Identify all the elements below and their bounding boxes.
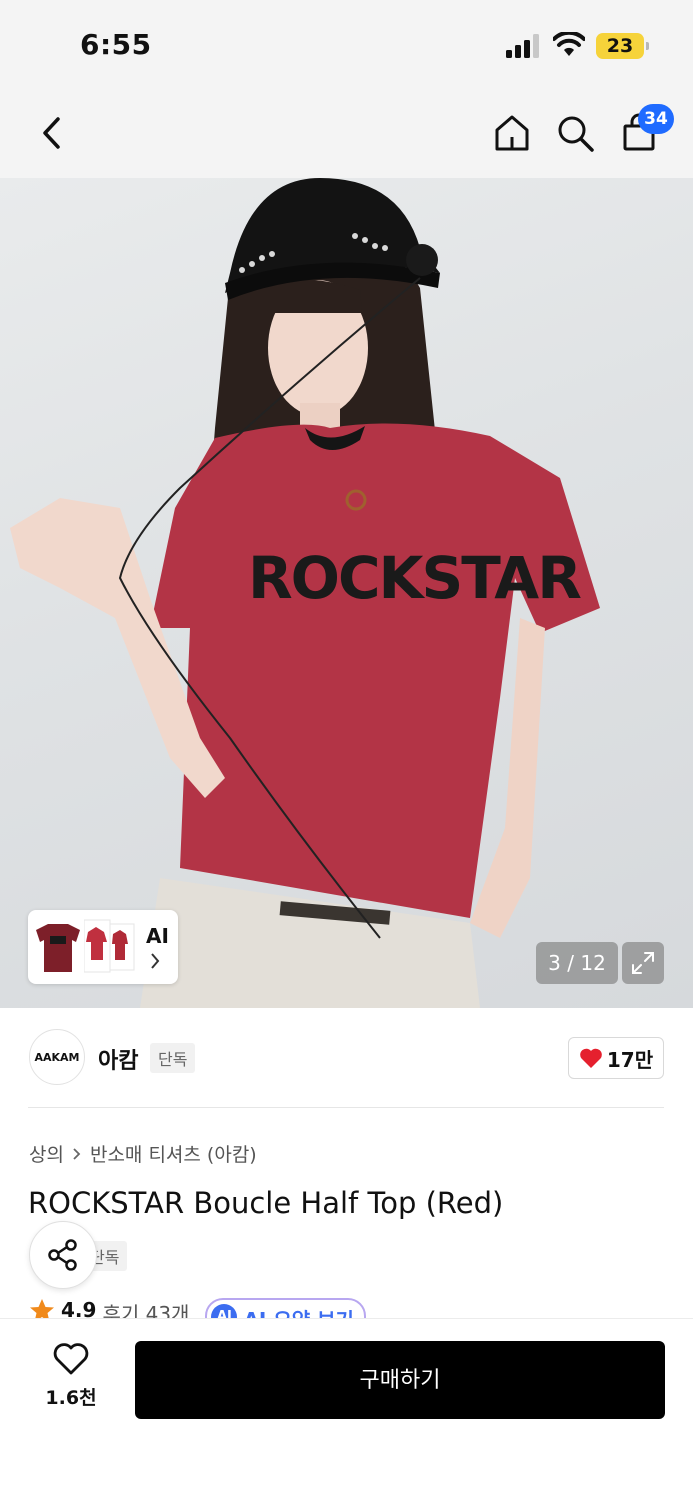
brand-like-button[interactable]: 17만 xyxy=(568,1037,664,1079)
ai-lookbook-card[interactable]: AI xyxy=(28,910,178,984)
product-photo: ROCKSTAR xyxy=(10,178,600,1008)
cellular-signal-icon xyxy=(506,34,539,58)
bottom-action-bar: 1.6천 구매하기 xyxy=(0,1318,693,1500)
image-counter: 3 / 12 xyxy=(536,942,618,984)
wifi-icon xyxy=(553,32,585,56)
battery-indicator: 23 xyxy=(596,33,644,59)
top-navigation xyxy=(0,90,693,178)
breadcrumb-subcategory[interactable]: 반소매 티셔츠 (아캄) xyxy=(90,1140,257,1167)
breadcrumb: 상의 반소매 티셔츠 (아캄) xyxy=(29,1140,257,1167)
home-icon xyxy=(495,115,529,151)
search-icon xyxy=(558,116,594,152)
share-icon xyxy=(48,1239,77,1271)
product-image-gallery[interactable]: ROCKSTAR AI 3 / 12 xyxy=(0,178,693,1008)
battery-tip xyxy=(646,42,649,50)
back-button[interactable] xyxy=(28,110,74,156)
section-divider xyxy=(28,1107,664,1108)
ai-summary-button[interactable]: AI AI 요약 보기 xyxy=(205,1298,366,1320)
expand-image-button[interactable] xyxy=(622,942,664,984)
thumbnail-stack xyxy=(32,916,135,978)
buy-button[interactable]: 구매하기 xyxy=(135,1341,665,1419)
brand-exclusive-badge: 단독 xyxy=(150,1043,196,1073)
product-title: ROCKSTAR Boucle Half Top (Red) xyxy=(28,1186,504,1220)
ai-label: AI xyxy=(146,924,169,948)
review-count-link[interactable]: 후기 43개 xyxy=(102,1298,189,1320)
chevron-right-icon xyxy=(151,953,160,969)
wishlist-button[interactable]: 1.6천 xyxy=(38,1343,104,1410)
chevron-right-icon xyxy=(73,1147,81,1160)
breadcrumb-category[interactable]: 상의 xyxy=(29,1140,64,1167)
home-button[interactable] xyxy=(489,110,535,156)
shirt-print-text: ROCKSTAR xyxy=(248,544,581,612)
rating-value: 4.9 xyxy=(61,1298,97,1320)
star-icon xyxy=(30,1299,54,1320)
rating-row: 4.9 후기 43개 AI AI 요약 보기 xyxy=(29,1298,366,1320)
status-bar: 6:55 23 xyxy=(0,0,693,90)
brand-name[interactable]: 아캄 xyxy=(98,1043,138,1075)
heart-outline-icon xyxy=(53,1343,89,1375)
chevron-left-icon xyxy=(43,117,60,149)
wishlist-count: 1.6천 xyxy=(45,1387,97,1409)
status-time: 6:55 xyxy=(80,28,152,61)
share-button[interactable] xyxy=(29,1221,97,1289)
cart-count-badge: 34 xyxy=(638,104,674,134)
brand-logo[interactable]: AAKAM xyxy=(29,1029,85,1085)
heart-filled-icon xyxy=(580,1048,602,1068)
expand-icon xyxy=(632,952,654,974)
brand-like-count: 17만 xyxy=(606,1047,654,1072)
search-button[interactable] xyxy=(552,110,598,156)
